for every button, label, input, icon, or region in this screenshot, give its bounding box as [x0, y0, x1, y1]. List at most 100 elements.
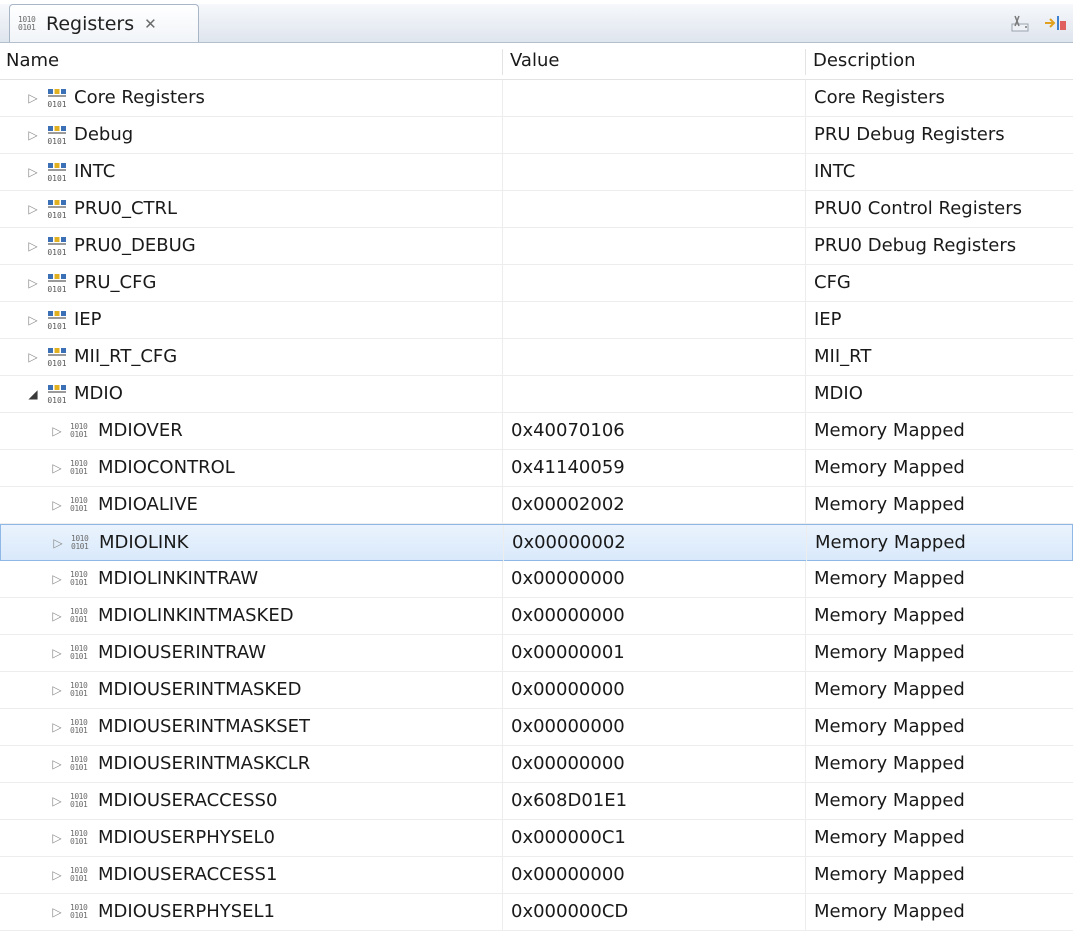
tree-row[interactable]: ▷ 0101 Debug PRU Debug Registers	[0, 117, 1073, 154]
collapsed-triangle-icon[interactable]: ▷	[50, 820, 64, 856]
tree-row[interactable]: ▷ 1010 0101 MDIOUSERINTMASKSET 0x00000000 Mem…	[0, 709, 1073, 746]
tree-row[interactable]: ▷ 1010 0101 MDIOUSERACCESS1 0x00000000 Memory…	[0, 857, 1073, 894]
register-description: Memory Mapped	[805, 672, 1073, 708]
register-value[interactable]: 0x608D01E1	[502, 783, 804, 819]
register-name: MDIOUSERINTRAW	[98, 642, 267, 663]
registers-tab[interactable]: 1010 0101 Registers ✕	[9, 4, 199, 42]
collapsed-triangle-icon[interactable]: ▷	[51, 525, 65, 561]
column-header-value[interactable]: Value	[510, 43, 559, 79]
tree-row[interactable]: ▷ 0101 PRU0_CTRL PRU0 Control Registers	[0, 191, 1073, 228]
tree-row[interactable]: ▷ 1010 0101 MDIOLINKINTRAW 0x00000000 Memory …	[0, 561, 1073, 598]
register-value[interactable]: 0x40070106	[502, 413, 804, 449]
register-binary-icon: 1010 0101	[70, 829, 88, 846]
tree-row[interactable]: ▷ 1010 0101 MDIOUSERACCESS0 0x608D01E1 Memory…	[0, 783, 1073, 820]
register-value[interactable]: 0x000000CD	[502, 894, 804, 930]
collapsed-triangle-icon[interactable]: ▷	[26, 228, 40, 264]
collapsed-triangle-icon[interactable]: ▷	[26, 191, 40, 227]
svg-text:0101: 0101	[47, 100, 66, 109]
registers-view-icon: 1010 0101	[18, 14, 36, 32]
register-binary-icon: 1010 0101	[70, 607, 88, 624]
expanded-triangle-icon[interactable]: ◢	[26, 376, 40, 412]
register-description: CFG	[805, 265, 1073, 301]
register-description: IEP	[805, 302, 1073, 338]
tree-row[interactable]: ◢ 0101 MDIO MDIO	[0, 376, 1073, 413]
collapsed-triangle-icon[interactable]: ▷	[50, 709, 64, 745]
register-description: PRU Debug Registers	[805, 117, 1073, 153]
register-value[interactable]: 0x00002002	[502, 487, 804, 523]
collapsed-triangle-icon[interactable]: ▷	[50, 783, 64, 819]
collapsed-triangle-icon[interactable]: ▷	[50, 561, 64, 597]
register-value[interactable]: 0x00000000	[502, 857, 804, 893]
tree-row[interactable]: ▷ 1010 0101 MDIOALIVE 0x00002002 Memory Mappe…	[0, 487, 1073, 524]
register-name: MDIOLINKINTRAW	[98, 568, 259, 589]
register-name: MDIOUSERPHYSEL0	[98, 827, 276, 848]
register-name: INTC	[74, 161, 116, 182]
tree-row[interactable]: ▷ 1010 0101 MDIOUSERINTRAW 0x00000001 Memory …	[0, 635, 1073, 672]
collapsed-triangle-icon[interactable]: ▷	[50, 450, 64, 486]
collapsed-triangle-icon[interactable]: ▷	[26, 80, 40, 116]
new-register-group-icon[interactable]	[1010, 13, 1032, 33]
column-header-row: Name Value Description	[0, 43, 1073, 80]
collapsed-triangle-icon[interactable]: ▷	[26, 154, 40, 190]
column-header-description[interactable]: Description	[813, 43, 916, 79]
tree-row[interactable]: ▷ 1010 0101 MDIOLINKINTMASKED 0x00000000 Memo…	[0, 598, 1073, 635]
collapsed-triangle-icon[interactable]: ▷	[26, 302, 40, 338]
collapsed-triangle-icon[interactable]: ▷	[50, 598, 64, 634]
register-name: PRU0_CTRL	[74, 198, 178, 219]
register-value[interactable]: 0x00000001	[502, 635, 804, 671]
register-value[interactable]: 0x000000C1	[502, 820, 804, 856]
name-cell: ▷ 0101 Core Registers	[0, 80, 500, 116]
close-tab-icon[interactable]: ✕	[144, 15, 157, 33]
register-value[interactable]: 0x00000000	[502, 709, 804, 745]
register-group-icon: 0101	[47, 348, 67, 368]
name-cell: ▷ 1010 0101 MDIOLINKINTRAW	[0, 561, 500, 597]
register-binary-icon: 1010 0101	[70, 718, 88, 735]
register-value[interactable]: 0x41140059	[502, 450, 804, 486]
collapsed-triangle-icon[interactable]: ▷	[50, 635, 64, 671]
column-separator[interactable]	[502, 49, 503, 75]
register-value[interactable]: 0x00000000	[502, 672, 804, 708]
tree-row[interactable]: ▷ 0101 IEP IEP	[0, 302, 1073, 339]
tree-row[interactable]: ▷ 1010 0101 MDIOUSERINTMASKED 0x00000000 Memo…	[0, 672, 1073, 709]
register-value[interactable]: 0x00000000	[502, 746, 804, 782]
column-separator[interactable]	[805, 49, 806, 75]
register-description: Core Registers	[805, 80, 1073, 116]
name-cell: ▷ 1010 0101 MDIOUSERINTRAW	[0, 635, 500, 671]
tree-row[interactable]: ▷ 1010 0101 MDIOUSERPHYSEL1 0x000000CD Memory…	[0, 894, 1073, 931]
go-to-register-icon[interactable]	[1044, 13, 1066, 33]
tree-row[interactable]: ▷ 1010 0101 MDIOVER 0x40070106 Memory Mapped	[0, 413, 1073, 450]
register-description: Memory Mapped	[805, 746, 1073, 782]
tree-row[interactable]: ▷ 0101 INTC INTC	[0, 154, 1073, 191]
name-cell: ▷ 0101 MII_RT_CFG	[0, 339, 500, 375]
collapsed-triangle-icon[interactable]: ▷	[50, 413, 64, 449]
name-cell: ▷ 1010 0101 MDIOUSERINTMASKCLR	[0, 746, 500, 782]
register-name: MDIOUSERINTMASKSET	[98, 716, 310, 737]
svg-text:0101: 0101	[47, 174, 66, 183]
tree-row[interactable]: ▷ 0101 PRU0_DEBUG PRU0 Debug Registers	[0, 228, 1073, 265]
tree-row[interactable]: ▷ 0101 MII_RT_CFG MII_RT	[0, 339, 1073, 376]
collapsed-triangle-icon[interactable]: ▷	[50, 672, 64, 708]
tree-row[interactable]: ▷ 1010 0101 MDIOUSERINTMASKCLR 0x00000000 Mem…	[0, 746, 1073, 783]
name-cell: ▷ 1010 0101 MDIOLINKINTMASKED	[0, 598, 500, 634]
tree-row[interactable]: ▷ 1010 0101 MDIOCONTROL 0x41140059 Memory Map…	[0, 450, 1073, 487]
tree-row[interactable]: ▷ 1010 0101 MDIOLINK 0x00000002 Memory Mapped	[0, 524, 1073, 561]
collapsed-triangle-icon[interactable]: ▷	[50, 894, 64, 930]
tree-row[interactable]: ▷ 0101 PRU_CFG CFG	[0, 265, 1073, 302]
svg-text:0101: 0101	[47, 248, 66, 257]
collapsed-triangle-icon[interactable]: ▷	[26, 265, 40, 301]
collapsed-triangle-icon[interactable]: ▷	[50, 746, 64, 782]
register-value[interactable]: 0x00000000	[502, 598, 804, 634]
register-value[interactable]: 0x00000000	[502, 561, 804, 597]
collapsed-triangle-icon[interactable]: ▷	[50, 857, 64, 893]
collapsed-triangle-icon[interactable]: ▷	[50, 487, 64, 523]
tree-row[interactable]: ▷ 0101 Core Registers Core Registers	[0, 80, 1073, 117]
svg-text:0101: 0101	[47, 359, 66, 368]
name-cell: ▷ 0101 PRU_CFG	[0, 265, 500, 301]
name-cell: ▷ 1010 0101 MDIOALIVE	[0, 487, 500, 523]
tree-row[interactable]: ▷ 1010 0101 MDIOUSERPHYSEL0 0x000000C1 Memory…	[0, 820, 1073, 857]
register-description: Memory Mapped	[805, 709, 1073, 745]
collapsed-triangle-icon[interactable]: ▷	[26, 117, 40, 153]
register-value[interactable]: 0x00000002	[503, 525, 805, 561]
collapsed-triangle-icon[interactable]: ▷	[26, 339, 40, 375]
column-header-name[interactable]: Name	[6, 43, 59, 79]
